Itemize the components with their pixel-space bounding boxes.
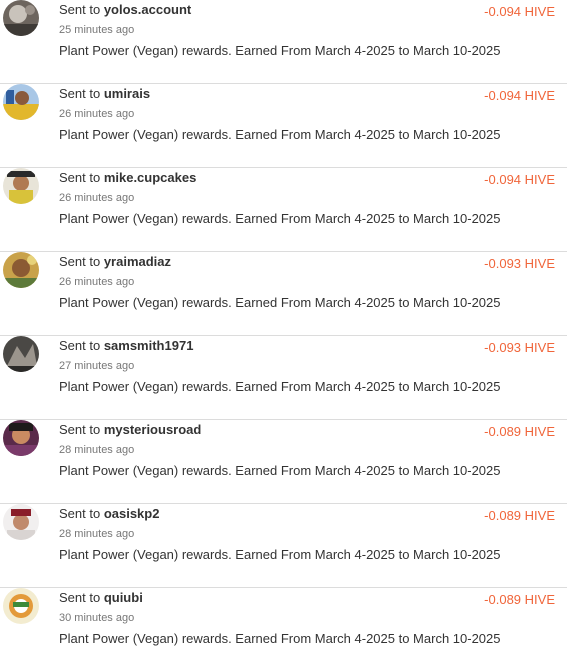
- transfer-memo: Plant Power (Vegan) rewards. Earned From…: [59, 211, 501, 226]
- recipient-link[interactable]: mike.cupcakes: [104, 170, 197, 185]
- transfer-memo: Plant Power (Vegan) rewards. Earned From…: [59, 547, 501, 562]
- user-avatar[interactable]: [3, 84, 39, 120]
- transfer-prefix: Sent to: [59, 506, 104, 521]
- transfer-row: Sent to mysteriousroad 28 minutes ago Pl…: [0, 420, 567, 504]
- user-avatar[interactable]: [3, 336, 39, 372]
- transfer-prefix: Sent to: [59, 170, 104, 185]
- recipient-link[interactable]: oasiskp2: [104, 506, 160, 521]
- transfer-title: Sent to mysteriousroad: [59, 422, 201, 437]
- transfer-prefix: Sent to: [59, 86, 104, 101]
- recipient-link[interactable]: yolos.account: [104, 2, 191, 17]
- transfer-prefix: Sent to: [59, 2, 104, 17]
- transfer-memo: Plant Power (Vegan) rewards. Earned From…: [59, 463, 501, 478]
- transfer-row: Sent to oasiskp2 28 minutes ago Plant Po…: [0, 504, 567, 588]
- transfer-title: Sent to samsmith1971: [59, 338, 193, 353]
- transfer-amount: -0.094 HIVE: [484, 4, 555, 19]
- transfer-memo: Plant Power (Vegan) rewards. Earned From…: [59, 295, 501, 310]
- transfer-memo: Plant Power (Vegan) rewards. Earned From…: [59, 379, 501, 394]
- transfer-prefix: Sent to: [59, 254, 104, 269]
- user-avatar[interactable]: [3, 252, 39, 288]
- transfer-time: 26 minutes ago: [59, 192, 135, 204]
- recipient-link[interactable]: umirais: [104, 86, 150, 101]
- transfer-title: Sent to umirais: [59, 86, 150, 101]
- transfer-time: 25 minutes ago: [59, 24, 135, 36]
- transfer-row: Sent to yraimadiaz 26 minutes ago Plant …: [0, 252, 567, 336]
- transfer-prefix: Sent to: [59, 422, 104, 437]
- transfer-memo: Plant Power (Vegan) rewards. Earned From…: [59, 43, 501, 58]
- user-avatar[interactable]: [3, 504, 39, 540]
- transfer-amount: -0.094 HIVE: [484, 88, 555, 103]
- transfer-row: Sent to mike.cupcakes 26 minutes ago Pla…: [0, 168, 567, 252]
- transfer-title: Sent to yraimadiaz: [59, 254, 171, 269]
- transfer-row: Sent to quiubi 30 minutes ago Plant Powe…: [0, 588, 567, 672]
- transfer-time: 26 minutes ago: [59, 276, 135, 288]
- transfer-history-list: Sent to yolos.account 25 minutes ago Pla…: [0, 0, 567, 672]
- transfer-row: Sent to yolos.account 25 minutes ago Pla…: [0, 0, 567, 84]
- transfer-title: Sent to yolos.account: [59, 2, 191, 17]
- transfer-row: Sent to umirais 26 minutes ago Plant Pow…: [0, 84, 567, 168]
- recipient-link[interactable]: quiubi: [104, 590, 143, 605]
- transfer-title: Sent to oasiskp2: [59, 506, 159, 521]
- transfer-prefix: Sent to: [59, 590, 104, 605]
- user-avatar[interactable]: [3, 168, 39, 204]
- user-avatar[interactable]: [3, 0, 39, 36]
- recipient-link[interactable]: samsmith1971: [104, 338, 194, 353]
- transfer-time: 28 minutes ago: [59, 444, 135, 456]
- transfer-amount: -0.089 HIVE: [484, 508, 555, 523]
- transfer-amount: -0.093 HIVE: [484, 256, 555, 271]
- transfer-title: Sent to quiubi: [59, 590, 143, 605]
- transfer-time: 27 minutes ago: [59, 360, 135, 372]
- recipient-link[interactable]: yraimadiaz: [104, 254, 171, 269]
- transfer-time: 30 minutes ago: [59, 612, 135, 624]
- transfer-time: 28 minutes ago: [59, 528, 135, 540]
- user-avatar[interactable]: [3, 420, 39, 456]
- transfer-amount: -0.089 HIVE: [484, 424, 555, 439]
- transfer-prefix: Sent to: [59, 338, 104, 353]
- transfer-memo: Plant Power (Vegan) rewards. Earned From…: [59, 631, 501, 646]
- transfer-amount: -0.094 HIVE: [484, 172, 555, 187]
- transfer-amount: -0.089 HIVE: [484, 592, 555, 607]
- transfer-row: Sent to samsmith1971 27 minutes ago Plan…: [0, 336, 567, 420]
- recipient-link[interactable]: mysteriousroad: [104, 422, 202, 437]
- transfer-time: 26 minutes ago: [59, 108, 135, 120]
- transfer-title: Sent to mike.cupcakes: [59, 170, 196, 185]
- transfer-amount: -0.093 HIVE: [484, 340, 555, 355]
- user-avatar[interactable]: [3, 588, 39, 624]
- transfer-memo: Plant Power (Vegan) rewards. Earned From…: [59, 127, 501, 142]
